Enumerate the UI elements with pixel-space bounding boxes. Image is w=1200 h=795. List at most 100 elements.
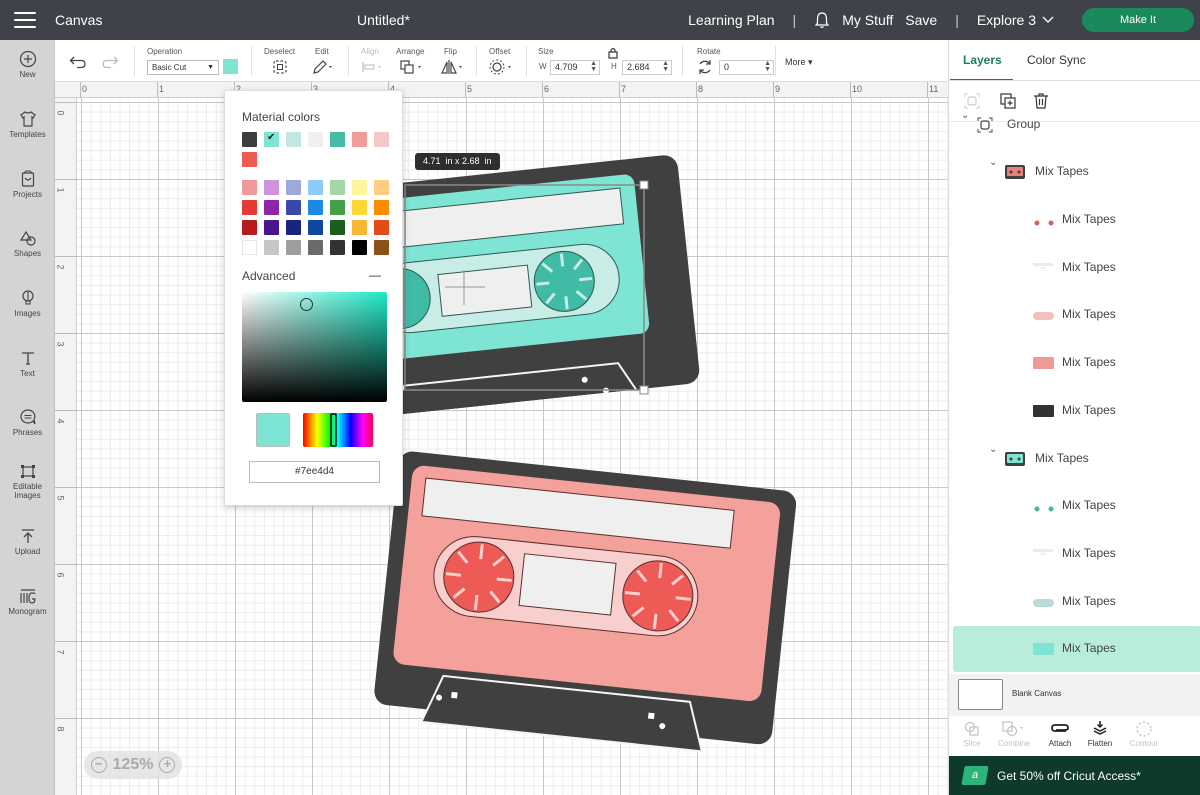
palette-color-swatch[interactable]	[352, 180, 367, 195]
material-color-swatch[interactable]	[374, 132, 389, 147]
palette-color-swatch[interactable]	[308, 220, 323, 235]
sidebar-item-text[interactable]: Text	[0, 349, 55, 378]
palette-color-swatch[interactable]	[242, 200, 257, 215]
palette-color-swatch[interactable]	[242, 240, 257, 255]
palette-color-swatch[interactable]	[352, 240, 367, 255]
document-title[interactable]: Untitled*	[357, 12, 410, 28]
height-input[interactable]: 2.684 ▲ ▼	[622, 60, 672, 75]
machine-selector[interactable]: Explore 3	[977, 12, 1054, 28]
zoom-in-icon[interactable]: +	[159, 757, 176, 773]
flatten-button[interactable]: Flatten	[1077, 716, 1123, 748]
my-stuff-link[interactable]: My Stuff	[842, 12, 893, 28]
width-input[interactable]: 4.709 ▲ ▼	[550, 60, 600, 75]
palette-color-swatch[interactable]	[374, 200, 389, 215]
rotate-icon[interactable]	[697, 59, 713, 75]
arrange-icon[interactable]	[399, 59, 425, 75]
tab-color-sync[interactable]: Color Sync	[1027, 53, 1086, 67]
slice-button[interactable]: Slice	[949, 716, 995, 748]
palette-color-swatch[interactable]	[352, 220, 367, 235]
layer-subgroup-row[interactable]: ⌄ Mix Tapes	[949, 436, 1200, 482]
palette-color-swatch[interactable]	[330, 220, 345, 235]
palette-color-swatch[interactable]	[308, 180, 323, 195]
palette-color-swatch[interactable]	[286, 200, 301, 215]
palette-color-swatch[interactable]	[308, 240, 323, 255]
design-canvas[interactable]	[77, 98, 948, 795]
palette-color-swatch[interactable]	[374, 220, 389, 235]
layer-item-row[interactable]: Mix Tapes	[949, 292, 1200, 338]
palette-color-swatch[interactable]	[286, 220, 301, 235]
layer-item-row[interactable]: Mix Tapes	[949, 579, 1200, 625]
flip-icon[interactable]	[440, 59, 466, 75]
contour-button[interactable]: Contour	[1121, 716, 1167, 748]
save-button[interactable]: Save	[905, 12, 937, 28]
sidebar-item-monogram[interactable]: Monogram	[0, 587, 55, 616]
chevron-down-icon[interactable]: ⌄	[961, 110, 969, 121]
material-color-swatch[interactable]	[330, 132, 345, 147]
stepper-icon[interactable]: ▲ ▼	[662, 60, 669, 73]
sidebar-item-templates[interactable]: Templates	[0, 110, 55, 139]
hue-slider[interactable]	[303, 413, 373, 447]
palette-color-swatch[interactable]	[374, 180, 389, 195]
operation-color-swatch[interactable]	[223, 59, 238, 74]
zoom-out-icon[interactable]: −	[90, 757, 107, 773]
stepper-icon[interactable]: ▲ ▼	[764, 60, 771, 73]
chevron-down-icon[interactable]: ⌄	[989, 157, 997, 168]
undo-icon[interactable]	[69, 55, 87, 69]
material-color-swatch[interactable]	[286, 132, 301, 147]
layer-item-row[interactable]: Mix Tapes	[949, 197, 1200, 243]
palette-color-swatch[interactable]	[330, 200, 345, 215]
palette-color-swatch[interactable]	[242, 180, 257, 195]
collapse-icon[interactable]: —	[369, 268, 381, 282]
stepper-icon[interactable]: ▲ ▼	[590, 60, 597, 73]
sidebar-item-projects[interactable]: Projects	[0, 170, 55, 199]
layer-item-row[interactable]: Mix Tapes	[949, 483, 1200, 529]
layer-item-row[interactable]: Mix Tapes	[953, 626, 1200, 672]
deselect-icon[interactable]	[272, 59, 288, 75]
palette-color-swatch[interactable]	[242, 220, 257, 235]
palette-color-swatch[interactable]	[286, 180, 301, 195]
hex-input[interactable]: #7ee4d4	[249, 461, 380, 483]
redo-icon[interactable]	[101, 55, 119, 69]
material-color-swatch[interactable]	[308, 132, 323, 147]
sidebar-item-upload[interactable]: Upload	[0, 527, 55, 556]
blank-canvas-row[interactable]: Blank Canvas	[949, 674, 1200, 716]
sidebar-item-phrases[interactable]: Phrases	[0, 408, 55, 437]
hamburger-menu-icon[interactable]	[14, 12, 36, 28]
combine-button[interactable]: Combine	[991, 716, 1037, 748]
palette-color-swatch[interactable]	[352, 200, 367, 215]
more-button[interactable]: More ▾	[785, 57, 813, 68]
layer-item-row[interactable]: Mix Tapes	[949, 388, 1200, 434]
palette-color-swatch[interactable]	[264, 180, 279, 195]
hue-slider-handle[interactable]	[330, 413, 337, 447]
palette-color-swatch[interactable]	[286, 240, 301, 255]
palette-color-swatch[interactable]	[308, 200, 323, 215]
palette-color-swatch[interactable]	[264, 240, 279, 255]
offset-icon[interactable]	[489, 59, 515, 75]
saturation-value-picker[interactable]	[242, 292, 387, 402]
lock-icon[interactable]	[608, 47, 618, 59]
palette-color-swatch[interactable]	[330, 180, 345, 195]
tab-layers[interactable]: Layers	[963, 53, 1002, 67]
material-color-swatch[interactable]	[352, 132, 367, 147]
chevron-down-icon[interactable]: ⌄	[989, 444, 997, 455]
make-it-button[interactable]: Make It	[1082, 8, 1194, 32]
sidebar-item-images[interactable]: Images	[0, 289, 55, 318]
layer-item-row[interactable]: Mix Tapes	[949, 340, 1200, 386]
cricut-access-promo-banner[interactable]: a Get 50% off Cricut Access*	[949, 756, 1200, 795]
layer-subgroup-row[interactable]: ⌄ Mix Tapes	[949, 149, 1200, 195]
bell-icon[interactable]	[814, 11, 830, 29]
pink-cassette-tape[interactable]	[372, 450, 798, 758]
palette-color-swatch[interactable]	[264, 220, 279, 235]
pencil-icon[interactable]	[311, 59, 335, 75]
sidebar-item-editable-images[interactable]: Editable Images	[0, 462, 55, 500]
layer-group-row[interactable]: ⌄ Group	[949, 102, 1200, 148]
material-color-swatch[interactable]	[242, 132, 257, 147]
material-color-swatch[interactable]	[264, 132, 279, 147]
rotate-input[interactable]: 0 ▲ ▼	[719, 60, 774, 75]
sidebar-item-new[interactable]: New	[0, 50, 55, 79]
layer-item-row[interactable]: Mix Tapes	[949, 531, 1200, 577]
material-color-swatch[interactable]	[242, 152, 257, 167]
color-picker-handle[interactable]	[300, 298, 313, 311]
operation-select[interactable]: Basic Cut ▼	[147, 60, 219, 75]
palette-color-swatch[interactable]	[374, 240, 389, 255]
